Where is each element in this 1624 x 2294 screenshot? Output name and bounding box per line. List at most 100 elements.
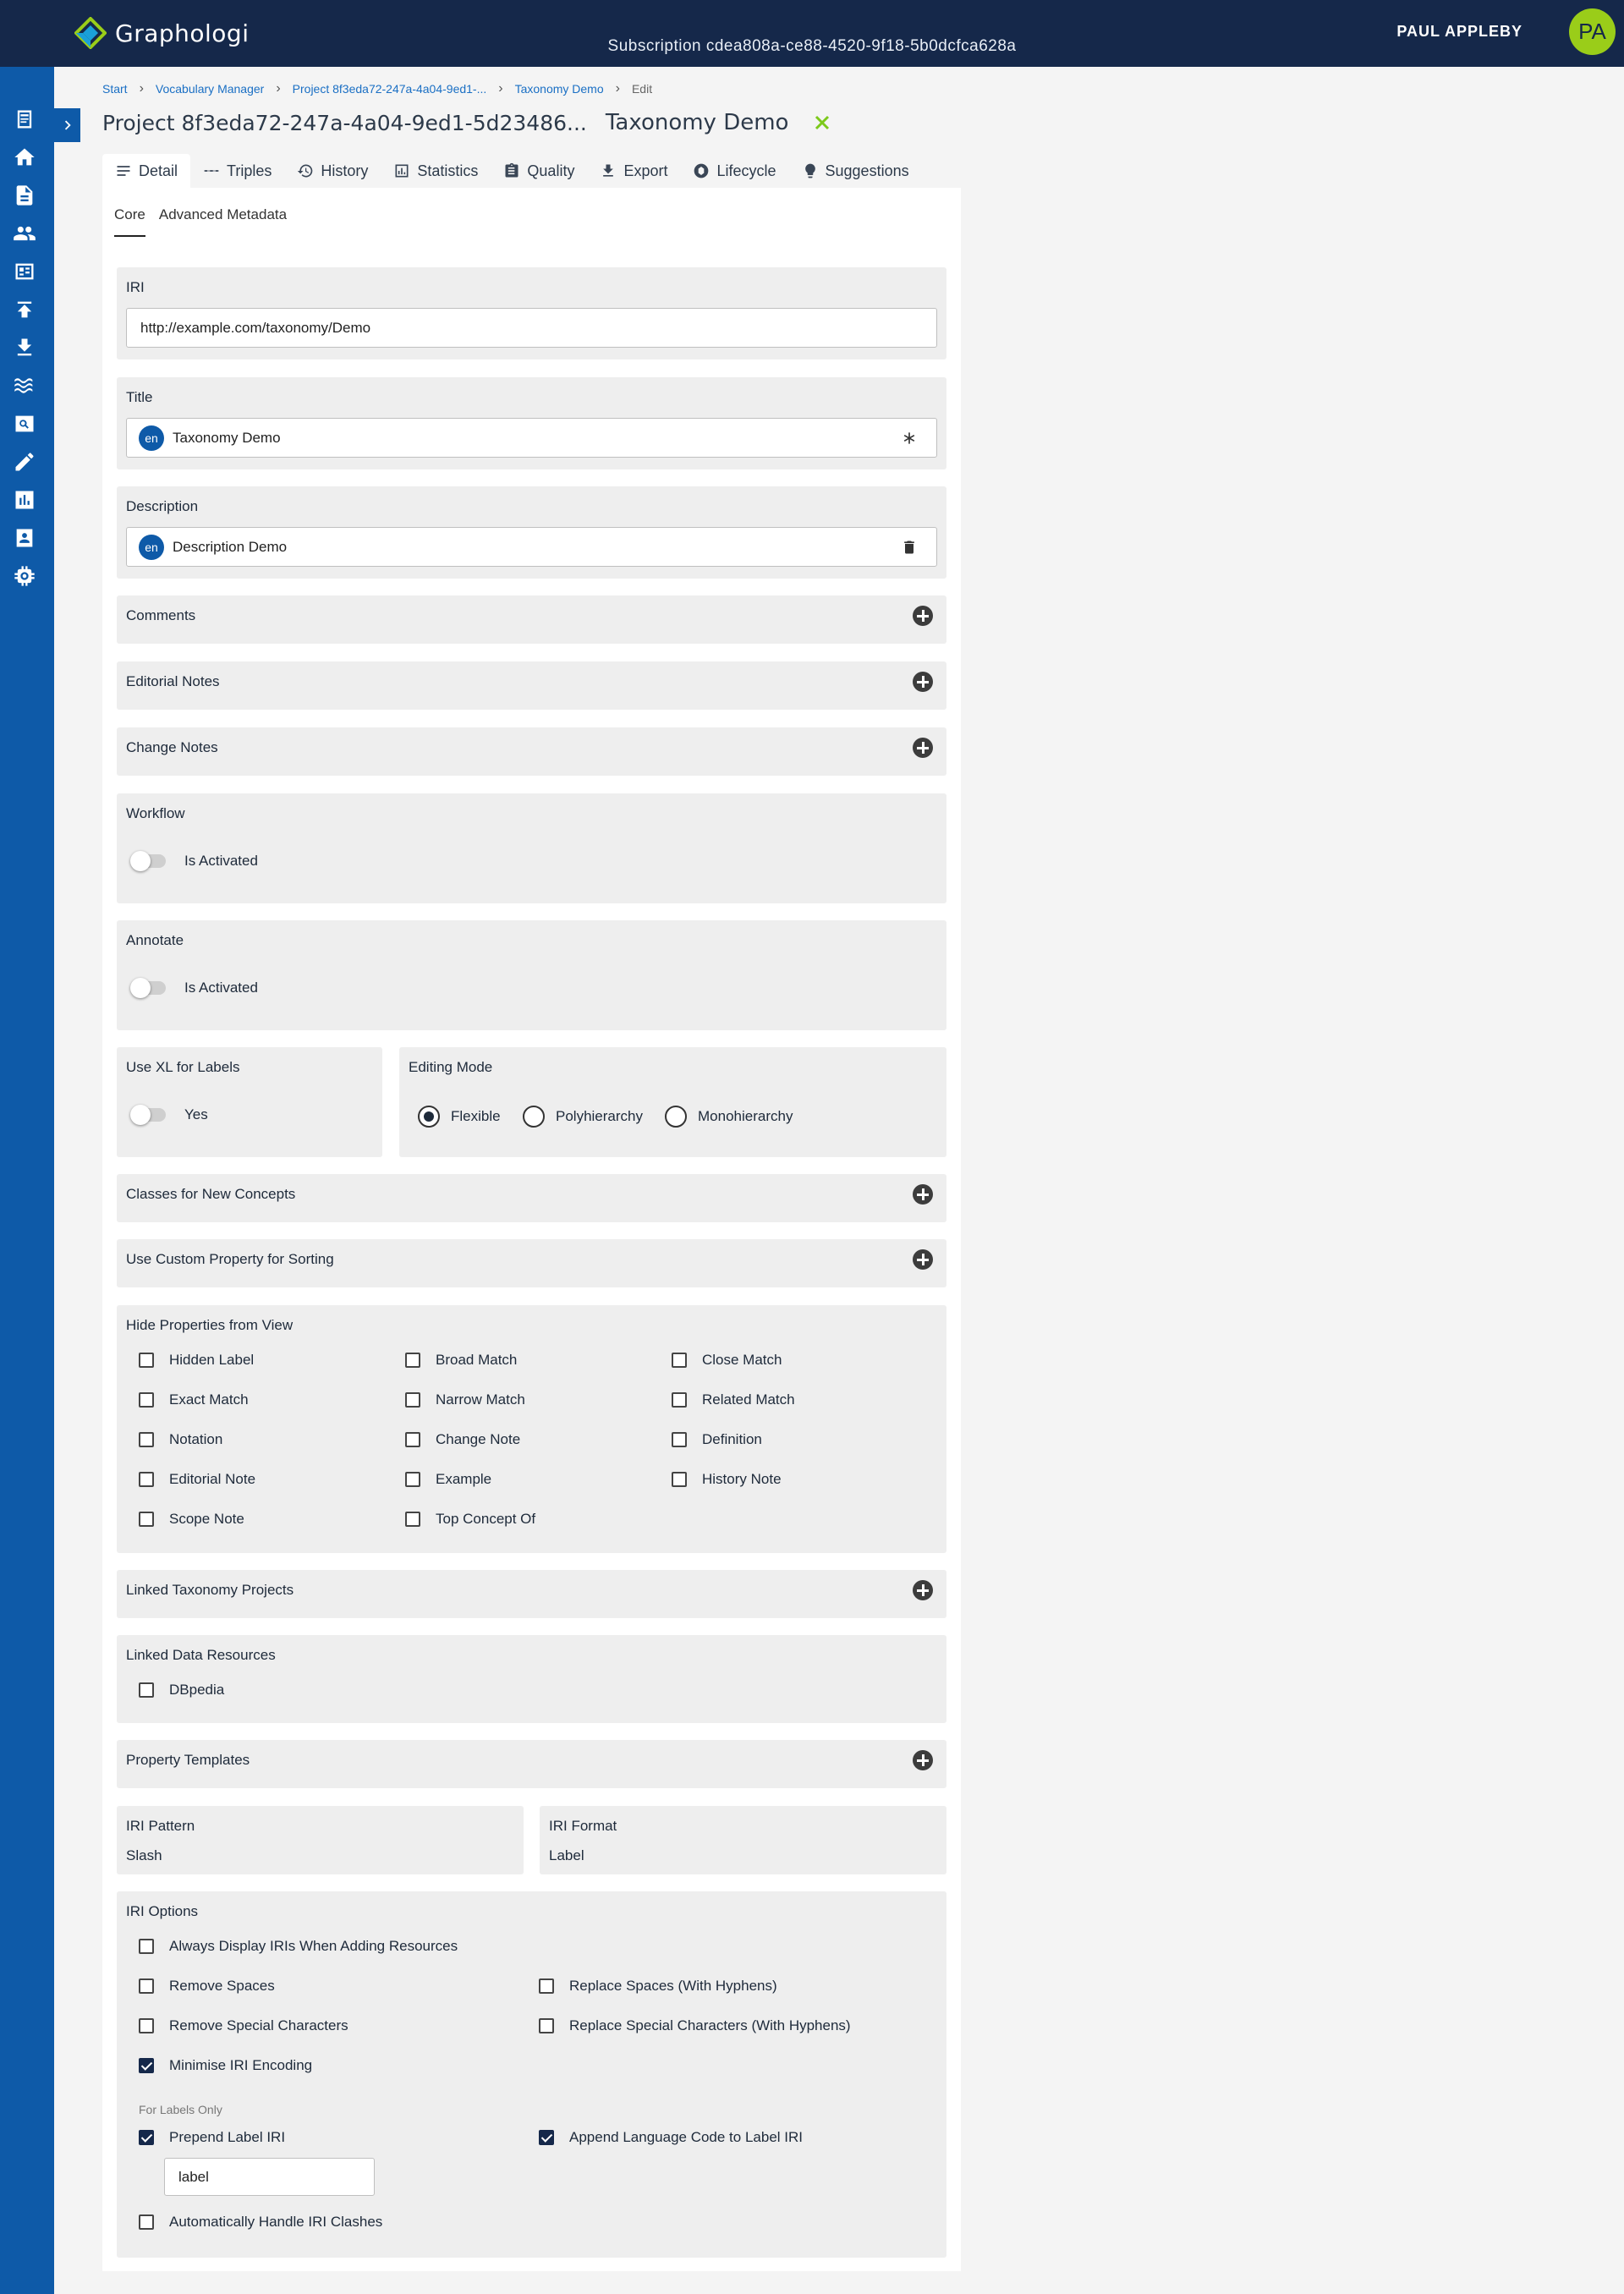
checkbox-label: Remove Spaces — [169, 1978, 275, 1994]
radio-unselected — [523, 1106, 545, 1128]
linked-data-section: Linked Data Resources DBpedia — [117, 1635, 946, 1723]
classes-new-concepts-section: Classes for New Concepts — [117, 1174, 946, 1222]
annotate-toggle[interactable] — [130, 978, 166, 998]
avatar[interactable]: PA — [1569, 8, 1616, 55]
checkbox-top-concept-of[interactable]: Top Concept Of — [405, 1511, 535, 1528]
checkbox-history-note[interactable]: History Note — [672, 1471, 782, 1488]
people-icon[interactable] — [12, 221, 37, 246]
checkbox-label: Broad Match — [436, 1352, 518, 1368]
tab-detail[interactable]: Detail — [102, 154, 191, 188]
classes-new-concepts-label: Classes for New Concepts — [126, 1186, 296, 1202]
settings-chip-icon[interactable] — [12, 563, 37, 589]
language-badge[interactable]: en — [139, 425, 164, 451]
radio-monohierarchy[interactable]: Monohierarchy — [665, 1106, 793, 1128]
checkbox-remove-special-characters[interactable]: Remove Special Characters — [139, 2017, 348, 2034]
use-xl-label: Use XL for Labels — [126, 1059, 240, 1075]
checkbox-label: Minimise IRI Encoding — [169, 2057, 313, 2073]
editing-mode-label: Editing Mode — [409, 1059, 493, 1075]
tab-export[interactable]: Export — [587, 154, 680, 188]
checkbox-replace-spaces[interactable]: Replace Spaces (With Hyphens) — [539, 1978, 777, 1995]
add-editorial-note-icon[interactable] — [913, 672, 933, 692]
add-comment-icon[interactable] — [913, 606, 933, 626]
editorial-notes-section: Editorial Notes — [117, 661, 946, 710]
iri-pattern-section: IRI Pattern Slash — [117, 1806, 524, 1874]
tab-triples[interactable]: Triples — [190, 154, 284, 188]
description-value: Description Demo — [173, 538, 288, 555]
checkbox-editorial-note[interactable]: Editorial Note — [139, 1471, 255, 1488]
waves-icon[interactable] — [12, 373, 37, 398]
radio-flexible[interactable]: Flexible — [418, 1106, 501, 1128]
bar-chart-icon[interactable] — [12, 487, 37, 513]
pencil-icon[interactable] — [12, 449, 37, 475]
prepend-label-input[interactable]: label — [164, 2158, 375, 2196]
checkbox-narrow-match[interactable]: Narrow Match — [405, 1391, 525, 1408]
checkbox-broad-match[interactable]: Broad Match — [405, 1352, 517, 1369]
dashboard-icon[interactable] — [12, 259, 37, 284]
checkbox-append-language-code[interactable]: Append Language Code to Label IRI — [539, 2129, 803, 2146]
checkbox-minimise-iri-encoding[interactable]: Minimise IRI Encoding — [139, 2057, 312, 2074]
checkbox-example[interactable]: Example — [405, 1471, 491, 1488]
top-bar: Graphologi Subscription cdea808a-ce88-45… — [0, 0, 1624, 67]
checkbox-change-note[interactable]: Change Note — [405, 1431, 520, 1448]
checkbox-close-match[interactable]: Close Match — [672, 1352, 782, 1369]
add-change-note-icon[interactable] — [913, 738, 933, 758]
workflow-toggle-label: Is Activated — [184, 853, 258, 869]
trash-icon[interactable] — [901, 539, 918, 556]
language-badge[interactable]: en — [139, 534, 164, 560]
checkbox-replace-special-characters[interactable]: Replace Special Characters (With Hyphens… — [539, 2017, 851, 2034]
user-name[interactable]: PAUL APPLEBY — [1396, 23, 1522, 41]
add-linked-project-icon[interactable] — [913, 1580, 933, 1600]
breadcrumb-vocabulary-manager[interactable]: Vocabulary Manager — [156, 82, 264, 96]
radio-polyhierarchy[interactable]: Polyhierarchy — [523, 1106, 643, 1128]
tab-statistics[interactable]: Statistics — [381, 154, 491, 188]
checkbox-label: Prepend Label IRI — [169, 2129, 286, 2145]
use-xl-toggle[interactable] — [130, 1105, 166, 1125]
checkbox-always-display-iris[interactable]: Always Display IRIs When Adding Resource… — [139, 1938, 458, 1955]
iri-section: IRI http://example.com/taxonomy/Demo — [117, 267, 946, 359]
checkbox-dbpedia[interactable]: DBpedia — [139, 1682, 224, 1699]
breadcrumb-taxonomy[interactable]: Taxonomy Demo — [515, 82, 604, 96]
title-input[interactable]: en Taxonomy Demo — [126, 418, 937, 458]
checkbox-notation[interactable]: Notation — [139, 1431, 222, 1448]
checkbox — [405, 1353, 420, 1368]
checkbox-exact-match[interactable]: Exact Match — [139, 1391, 249, 1408]
document-outline-icon[interactable] — [12, 107, 37, 132]
description-input[interactable]: en Description Demo — [126, 527, 937, 567]
tab-lifecycle[interactable]: Lifecycle — [680, 154, 788, 188]
workflow-toggle[interactable] — [130, 851, 166, 871]
checkbox-label: Top Concept Of — [436, 1511, 536, 1527]
breadcrumb-start[interactable]: Start — [102, 82, 128, 96]
breadcrumb-project[interactable]: Project 8f3eda72-247a-4a04-9ed1-... — [293, 82, 487, 96]
subtab-core[interactable]: Core — [114, 206, 145, 237]
page-title: Project 8f3eda72-247a-4a04-9ed1-5d23486.… — [102, 110, 587, 135]
document-icon[interactable] — [12, 183, 37, 208]
checkbox-definition[interactable]: Definition — [672, 1431, 762, 1448]
checkbox-related-match[interactable]: Related Match — [672, 1391, 795, 1408]
home-icon[interactable] — [12, 145, 37, 170]
download-icon[interactable] — [12, 335, 37, 360]
tab-history[interactable]: History — [284, 154, 381, 188]
image-search-icon[interactable] — [12, 411, 37, 436]
subtab-advanced-metadata[interactable]: Advanced Metadata — [159, 206, 287, 237]
property-templates-label: Property Templates — [126, 1752, 250, 1768]
title-value: Taxonomy Demo — [173, 429, 281, 446]
close-icon[interactable] — [812, 113, 832, 133]
add-class-icon[interactable] — [913, 1184, 933, 1205]
checkbox-scope-note[interactable]: Scope Note — [139, 1511, 244, 1528]
asterisk-icon[interactable] — [901, 430, 918, 447]
contact-icon[interactable] — [12, 525, 37, 551]
checkbox-remove-spaces[interactable]: Remove Spaces — [139, 1978, 275, 1995]
sidebar-expand-button[interactable] — [54, 108, 80, 142]
add-property-template-icon[interactable] — [913, 1750, 933, 1770]
comments-section: Comments — [117, 595, 946, 644]
tab-quality[interactable]: Quality — [491, 154, 587, 188]
checkbox-prepend-label-iri[interactable]: Prepend Label IRI — [139, 2129, 285, 2146]
checkbox-auto-handle-iri-clashes[interactable]: Automatically Handle IRI Clashes — [139, 2214, 382, 2231]
checkbox-hidden-label[interactable]: Hidden Label — [139, 1352, 254, 1369]
tab-suggestions[interactable]: Suggestions — [789, 154, 922, 188]
download-icon — [603, 164, 614, 177]
upload-icon[interactable] — [12, 297, 37, 322]
workflow-section: Workflow Is Activated — [117, 793, 946, 903]
iri-input[interactable]: http://example.com/taxonomy/Demo — [126, 308, 937, 348]
add-sort-property-icon[interactable] — [913, 1249, 933, 1270]
